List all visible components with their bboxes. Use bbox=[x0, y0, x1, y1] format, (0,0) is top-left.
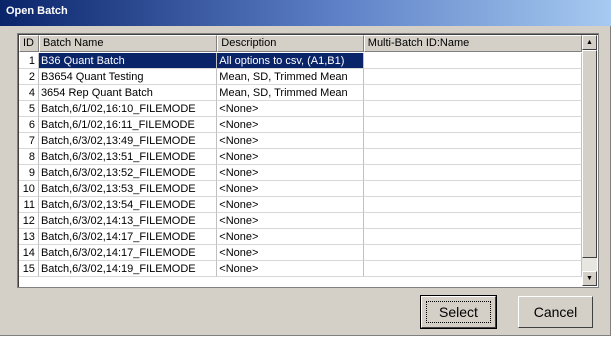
cell-name: Batch,6/3/02,14:13_FILEMODE bbox=[38, 213, 218, 229]
cell-description: <None> bbox=[217, 133, 364, 149]
cell-multi-batch bbox=[363, 165, 582, 181]
scroll-down-arrow-icon[interactable]: ▼ bbox=[582, 271, 597, 286]
table-row[interactable]: 7 Batch,6/3/02,13:49_FILEMODE <None> bbox=[19, 133, 582, 149]
cell-id: 11 bbox=[19, 197, 39, 213]
cell-multi-batch bbox=[363, 261, 582, 277]
cell-multi-batch bbox=[363, 229, 582, 245]
cell-multi-batch bbox=[363, 117, 582, 133]
cell-name: Batch,6/1/02,16:11_FILEMODE bbox=[38, 117, 218, 133]
cell-id: 13 bbox=[19, 229, 39, 245]
cell-id: 10 bbox=[19, 181, 39, 197]
column-header-batch-name[interactable]: Batch Name bbox=[38, 35, 218, 52]
select-button[interactable]: Select bbox=[420, 295, 497, 329]
cell-multi-batch bbox=[363, 149, 582, 165]
column-header-id[interactable]: ID bbox=[19, 35, 39, 52]
cell-name: Batch,6/3/02,13:53_FILEMODE bbox=[38, 181, 218, 197]
table-row[interactable]: 9 Batch,6/3/02,13:52_FILEMODE <None> bbox=[19, 165, 582, 181]
table-row[interactable]: 13 Batch,6/3/02,14:17_FILEMODE <None> bbox=[19, 229, 582, 245]
dialog-title: Open Batch bbox=[6, 5, 68, 17]
title-bar[interactable]: Open Batch bbox=[0, 0, 611, 26]
cell-name: B3654 Quant Testing bbox=[38, 69, 218, 85]
cell-multi-batch bbox=[363, 245, 582, 261]
vertical-scrollbar[interactable]: ▲ ▼ bbox=[582, 35, 597, 286]
cell-multi-batch bbox=[363, 181, 582, 197]
cell-name: Batch,6/3/02,14:17_FILEMODE bbox=[38, 245, 218, 261]
focus-rectangle bbox=[426, 301, 491, 323]
cell-name: B36 Quant Batch bbox=[38, 53, 218, 69]
cell-id: 7 bbox=[19, 133, 39, 149]
table-row[interactable]: 10 Batch,6/3/02,13:53_FILEMODE <None> bbox=[19, 181, 582, 197]
cell-description: <None> bbox=[217, 149, 364, 165]
cell-description: <None> bbox=[217, 197, 364, 213]
cell-description: Mean, SD, Trimmed Mean bbox=[217, 69, 364, 85]
cell-id: 8 bbox=[19, 149, 39, 165]
scrollbar-thumb[interactable] bbox=[582, 50, 597, 258]
column-header-description[interactable]: Description bbox=[217, 35, 364, 52]
batch-list[interactable]: ID Batch Name Description Multi-Batch ID… bbox=[17, 33, 599, 288]
table-row[interactable]: 12 Batch,6/3/02,14:13_FILEMODE <None> bbox=[19, 213, 582, 229]
table-row[interactable]: 15 Batch,6/3/02,14:19_FILEMODE <None> bbox=[19, 261, 582, 277]
cell-name: Batch,6/3/02,13:54_FILEMODE bbox=[38, 197, 218, 213]
cell-multi-batch bbox=[363, 85, 582, 101]
cell-description: <None> bbox=[217, 181, 364, 197]
cell-description: All options to csv, (A1,B1) bbox=[217, 53, 364, 69]
table-row[interactable]: 2 B3654 Quant Testing Mean, SD, Trimmed Me… bbox=[19, 69, 582, 85]
cell-name: Batch,6/3/02,13:52_FILEMODE bbox=[38, 165, 218, 181]
cell-multi-batch bbox=[363, 213, 582, 229]
cell-description: <None> bbox=[217, 229, 364, 245]
cell-name: Batch,6/3/02,13:49_FILEMODE bbox=[38, 133, 218, 149]
cell-id: 14 bbox=[19, 245, 39, 261]
table-row[interactable]: 4 3654 Rep Quant Batch Mean, SD, Trimmed M… bbox=[19, 85, 582, 101]
cell-name: Batch,6/3/02,14:19_FILEMODE bbox=[38, 261, 218, 277]
cell-name: 3654 Rep Quant Batch bbox=[38, 85, 218, 101]
cell-name: Batch,6/1/02,16:10_FILEMODE bbox=[38, 101, 218, 117]
table-row[interactable]: 11 Batch,6/3/02,13:54_FILEMODE <None> bbox=[19, 197, 582, 213]
cell-multi-batch bbox=[363, 197, 582, 213]
scroll-up-arrow-icon[interactable]: ▲ bbox=[582, 35, 597, 50]
cell-multi-batch bbox=[363, 133, 582, 149]
cell-id: 4 bbox=[19, 85, 39, 101]
cell-id: 1 bbox=[19, 53, 39, 69]
table-row[interactable]: 1 B36 Quant Batch All options to csv, (A1,… bbox=[19, 53, 582, 69]
table-row[interactable]: 14 Batch,6/3/02,14:17_FILEMODE <None> bbox=[19, 245, 582, 261]
cell-id: 12 bbox=[19, 213, 39, 229]
cell-id: 15 bbox=[19, 261, 39, 277]
cell-multi-batch bbox=[363, 53, 582, 69]
table-row[interactable]: 6 Batch,6/1/02,16:11_FILEMODE <None> bbox=[19, 117, 582, 133]
column-header: ID Batch Name Description Multi-Batch ID… bbox=[19, 35, 582, 52]
cancel-button[interactable]: Cancel bbox=[518, 296, 593, 328]
table-row[interactable]: 5 Batch,6/1/02,16:10_FILEMODE <None> bbox=[19, 101, 582, 117]
table-row[interactable]: 8 Batch,6/3/02,13:51_FILEMODE <None> bbox=[19, 149, 582, 165]
cell-description: <None> bbox=[217, 117, 364, 133]
cell-name: Batch,6/3/02,14:17_FILEMODE bbox=[38, 229, 218, 245]
cell-description: <None> bbox=[217, 213, 364, 229]
cell-description: <None> bbox=[217, 101, 364, 117]
cell-description: <None> bbox=[217, 165, 364, 181]
open-batch-dialog: Open Batch ID Batch Name Description Mul… bbox=[0, 0, 611, 336]
cell-id: 6 bbox=[19, 117, 39, 133]
cell-id: 2 bbox=[19, 69, 39, 85]
cell-description: Mean, SD, Trimmed Mean bbox=[217, 85, 364, 101]
cancel-button-label: Cancel bbox=[533, 304, 578, 320]
cell-description: <None> bbox=[217, 245, 364, 261]
list-rows: 1 B36 Quant Batch All options to csv, (A1,… bbox=[19, 53, 582, 277]
cell-id: 5 bbox=[19, 101, 39, 117]
cell-multi-batch bbox=[363, 69, 582, 85]
column-header-multi-batch[interactable]: Multi-Batch ID:Name bbox=[363, 35, 582, 52]
cell-multi-batch bbox=[363, 101, 582, 117]
cell-name: Batch,6/3/02,13:51_FILEMODE bbox=[38, 149, 218, 165]
cell-id: 9 bbox=[19, 165, 39, 181]
cell-description: <None> bbox=[217, 261, 364, 277]
